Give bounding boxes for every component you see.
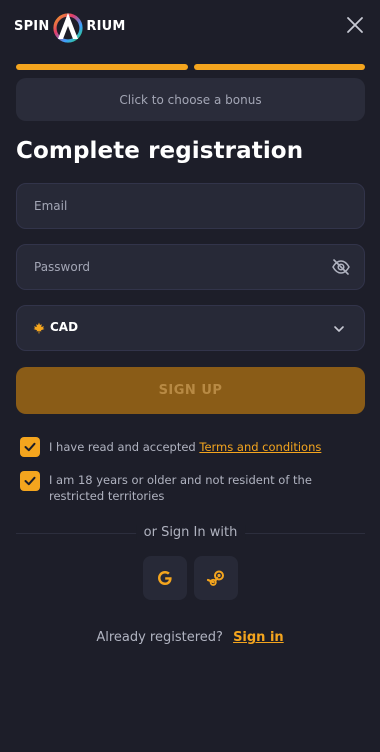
steam-icon — [206, 570, 224, 586]
google-sign-in-button[interactable] — [143, 556, 187, 600]
currency-select[interactable]: CAD — [16, 305, 365, 351]
spinarium-logo[interactable]: SPIN RIUM — [14, 10, 126, 43]
choose-bonus-button[interactable]: Click to choose a bonus — [16, 78, 365, 121]
password-field-container — [16, 244, 365, 290]
sign-up-button[interactable]: SIGN UP — [16, 367, 365, 414]
terms-checkbox[interactable] — [20, 437, 40, 457]
progress-step-1 — [16, 64, 188, 70]
chevron-down-icon — [334, 326, 344, 332]
terms-consent-row: I have read and accepted Terms and condi… — [20, 437, 360, 457]
currency-selected-value: CAD — [50, 320, 79, 334]
already-registered-text: Already registered? — [96, 630, 223, 645]
progress-step-2 — [193, 64, 365, 70]
social-divider-text: or Sign In with — [135, 525, 246, 540]
password-input[interactable] — [17, 245, 364, 289]
registration-progress — [16, 64, 365, 71]
logo-text-left: SPIN — [14, 18, 50, 34]
age-checkbox[interactable] — [20, 471, 40, 491]
age-consent-text: I am 18 years or older and not resident … — [49, 473, 312, 503]
age-consent-row: I am 18 years or older and not resident … — [20, 471, 360, 504]
logo-mark-icon — [53, 13, 84, 43]
page-title: Complete registration — [16, 138, 304, 164]
eye-off-icon — [332, 259, 350, 275]
checkmark-icon — [24, 442, 36, 452]
password-visibility-toggle[interactable] — [331, 257, 351, 277]
email-field-container — [16, 183, 365, 229]
email-input[interactable] — [17, 184, 364, 228]
close-icon — [347, 17, 363, 33]
terms-consent-text: I have read and accepted Terms and condi… — [49, 437, 321, 455]
google-icon — [158, 571, 172, 585]
choose-bonus-label: Click to choose a bonus — [119, 92, 262, 107]
maple-leaf-icon — [33, 322, 45, 334]
terms-consent-label: I have read and accepted — [49, 440, 200, 454]
sign-in-prompt: Already registered? Sign in — [0, 630, 380, 645]
header: SPIN RIUM — [0, 0, 380, 52]
sign-in-link[interactable]: Sign in — [233, 630, 284, 645]
terms-and-conditions-link[interactable]: Terms and conditions — [199, 440, 321, 454]
logo-text-right: RIUM — [86, 18, 126, 34]
steam-sign-in-button[interactable] — [194, 556, 238, 600]
checkmark-icon — [24, 476, 36, 486]
social-divider: or Sign In with — [16, 523, 365, 543]
close-button[interactable] — [344, 14, 366, 36]
